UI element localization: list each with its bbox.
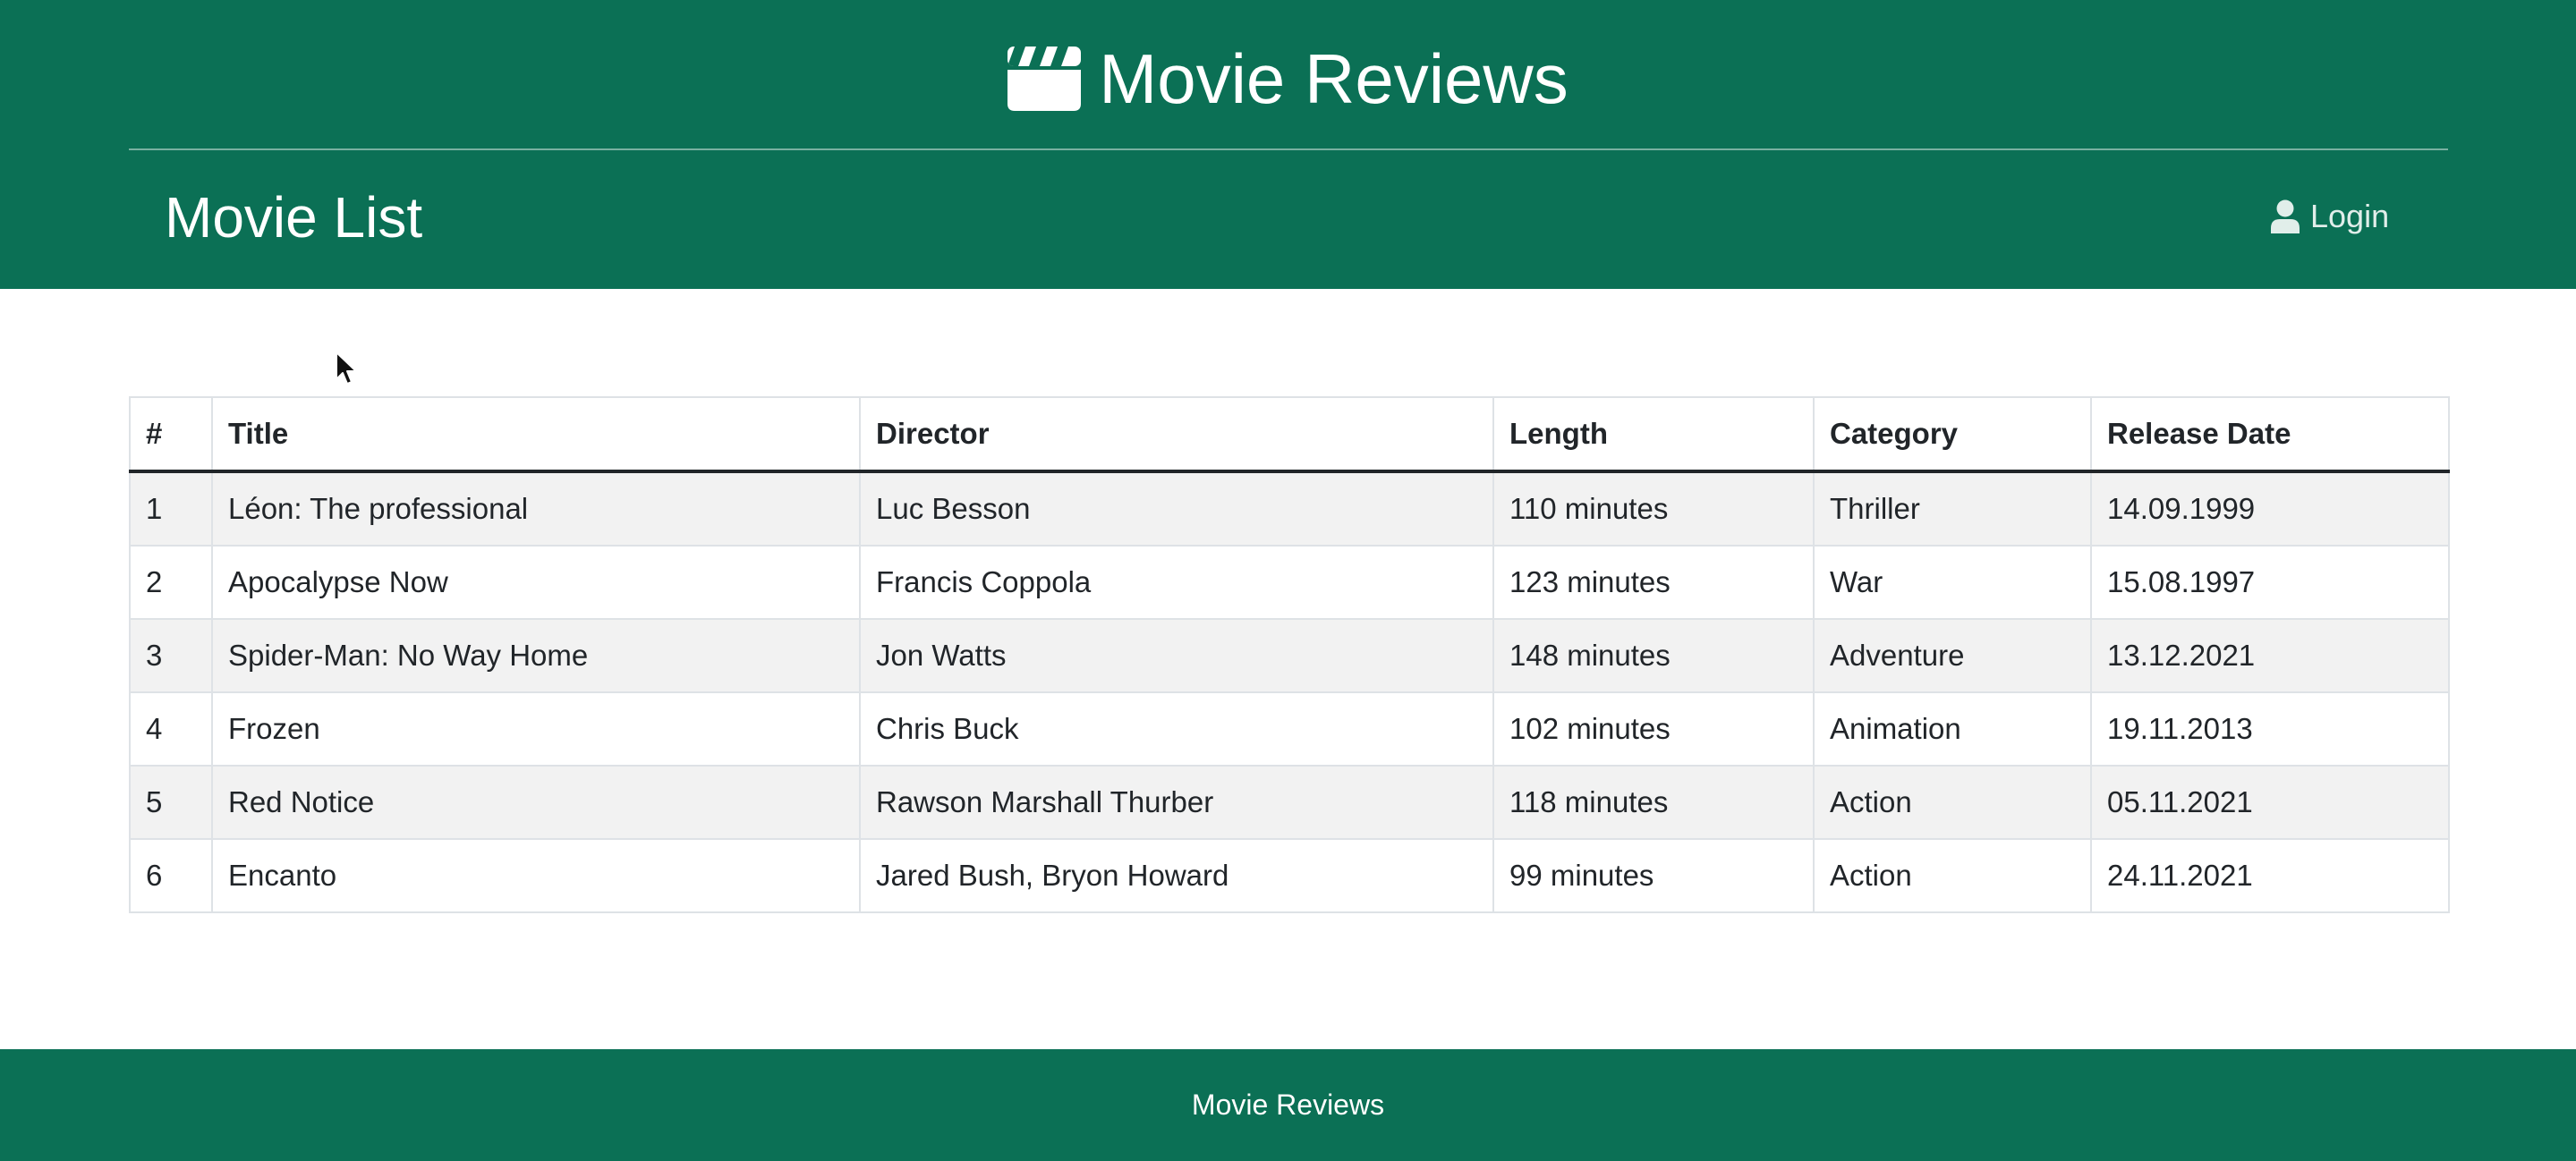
cell-title: Léon: The professional <box>211 471 861 547</box>
cell-number: 1 <box>129 471 213 547</box>
cell-length: 99 minutes <box>1492 839 1815 913</box>
cell-director: Rawson Marshall Thurber <box>859 766 1494 840</box>
user-icon <box>2269 199 2301 233</box>
cell-number: 3 <box>129 619 213 693</box>
table-row[interactable]: 4 Frozen Chris Buck 102 minutes Animatio… <box>129 692 2450 767</box>
cell-director: Francis Coppola <box>859 546 1494 620</box>
cell-title: Spider-Man: No Way Home <box>211 619 861 693</box>
cell-release-date: 05.11.2021 <box>2090 766 2450 840</box>
column-header-release-date: Release Date <box>2090 396 2450 473</box>
column-header-category: Category <box>1813 396 2092 473</box>
cell-category: Action <box>1813 766 2092 840</box>
cell-title: Red Notice <box>211 766 861 840</box>
cell-category: Thriller <box>1813 471 2092 547</box>
cell-title: Frozen <box>211 692 861 767</box>
cell-director: Jared Bush, Bryon Howard <box>859 839 1494 913</box>
header: Movie Reviews Movie List Login <box>0 0 2576 289</box>
cell-release-date: 19.11.2013 <box>2090 692 2450 767</box>
cell-release-date: 13.12.2021 <box>2090 619 2450 693</box>
cell-category: War <box>1813 546 2092 620</box>
cell-number: 2 <box>129 546 213 620</box>
cell-director: Luc Besson <box>859 471 1494 547</box>
login-link[interactable]: Login <box>2269 190 2389 243</box>
footer: Movie Reviews <box>0 1049 2576 1161</box>
brand[interactable]: Movie Reviews <box>0 34 2576 123</box>
movie-table: # Title Director Length Category Release… <box>129 396 2450 913</box>
cell-title: Encanto <box>211 839 861 913</box>
header-divider <box>129 148 2448 150</box>
table-row[interactable]: 1 Léon: The professional Luc Besson 110 … <box>129 471 2450 547</box>
cell-length: 118 minutes <box>1492 766 1815 840</box>
cell-director: Jon Watts <box>859 619 1494 693</box>
cell-length: 148 minutes <box>1492 619 1815 693</box>
cell-category: Animation <box>1813 692 2092 767</box>
cell-number: 5 <box>129 766 213 840</box>
cell-category: Action <box>1813 839 2092 913</box>
table-row[interactable]: 3 Spider-Man: No Way Home Jon Watts 148 … <box>129 619 2450 693</box>
table-header-row: # Title Director Length Category Release… <box>129 396 2450 473</box>
cell-number: 4 <box>129 692 213 767</box>
cell-director: Chris Buck <box>859 692 1494 767</box>
table-row[interactable]: 6 Encanto Jared Bush, Bryon Howard 99 mi… <box>129 839 2450 913</box>
table-row[interactable]: 2 Apocalypse Now Francis Coppola 123 min… <box>129 546 2450 620</box>
cell-length: 102 minutes <box>1492 692 1815 767</box>
column-header-number: # <box>129 396 213 473</box>
cell-title: Apocalypse Now <box>211 546 861 620</box>
cell-release-date: 14.09.1999 <box>2090 471 2450 547</box>
cell-category: Adventure <box>1813 619 2092 693</box>
clapperboard-icon <box>1007 47 1082 111</box>
cell-release-date: 15.08.1997 <box>2090 546 2450 620</box>
mouse-pointer-icon <box>335 351 358 386</box>
login-label: Login <box>2310 198 2390 234</box>
table-row[interactable]: 5 Red Notice Rawson Marshall Thurber 118… <box>129 766 2450 840</box>
column-header-title: Title <box>211 396 861 473</box>
column-header-director: Director <box>859 396 1494 473</box>
cell-number: 6 <box>129 839 213 913</box>
cell-length: 110 minutes <box>1492 471 1815 547</box>
cell-length: 123 minutes <box>1492 546 1815 620</box>
cell-release-date: 24.11.2021 <box>2090 839 2450 913</box>
page-title: Movie List <box>165 185 423 250</box>
brand-title: Movie Reviews <box>1099 39 1569 118</box>
column-header-length: Length <box>1492 396 1815 473</box>
footer-text: Movie Reviews <box>1191 1089 1385 1121</box>
